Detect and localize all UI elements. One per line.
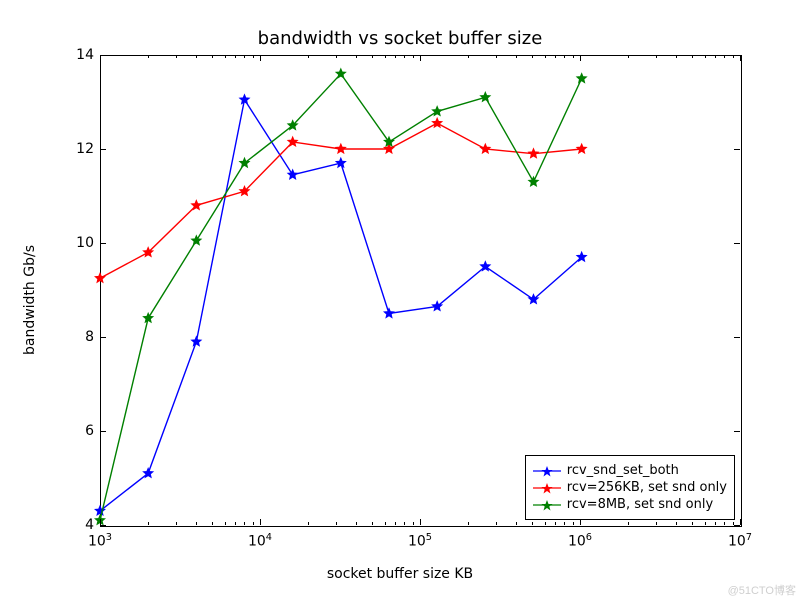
legend-label: rcv=8MB, set snd only bbox=[567, 497, 713, 512]
watermark: @51CTO博客 bbox=[728, 582, 796, 598]
y-tick-label: 10 bbox=[70, 235, 94, 251]
x-tick-label: 103 bbox=[88, 532, 112, 550]
legend-swatch bbox=[533, 464, 561, 478]
y-axis-label: bandwidth Gb/s bbox=[20, 0, 40, 600]
x-tick-label: 107 bbox=[728, 532, 752, 550]
legend-label: rcv=256KB, set snd only bbox=[567, 480, 727, 495]
y-tick-label: 12 bbox=[70, 141, 94, 157]
y-tick-label: 8 bbox=[70, 329, 94, 345]
legend-item: rcv=256KB, set snd only bbox=[533, 480, 727, 495]
legend-item: rcv_snd_set_both bbox=[533, 463, 727, 478]
x-tick-label: 105 bbox=[408, 532, 432, 550]
x-tick-label: 104 bbox=[248, 532, 272, 550]
y-tick-label: 4 bbox=[70, 517, 94, 533]
series-line bbox=[100, 74, 582, 521]
chart-figure: bandwidth vs socket buffer size bandwidt… bbox=[0, 0, 800, 600]
chart-title: bandwidth vs socket buffer size bbox=[0, 28, 800, 49]
legend-swatch bbox=[533, 481, 561, 495]
x-tick-label: 106 bbox=[568, 532, 592, 550]
y-tick-label: 6 bbox=[70, 423, 94, 439]
legend: rcv_snd_set_both rcv=256KB, set snd only… bbox=[525, 455, 735, 520]
y-tick-label: 14 bbox=[70, 47, 94, 63]
legend-item: rcv=8MB, set snd only bbox=[533, 497, 727, 512]
legend-label: rcv_snd_set_both bbox=[567, 463, 679, 478]
x-axis-label: socket buffer size KB bbox=[0, 566, 800, 582]
legend-swatch bbox=[533, 498, 561, 512]
